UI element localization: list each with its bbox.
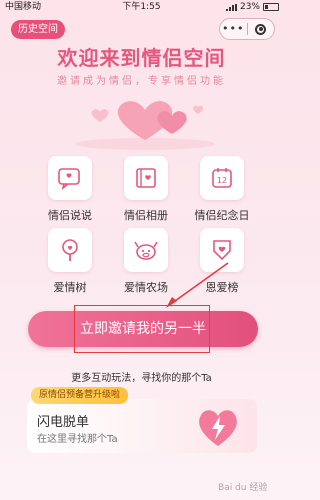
annotation-highlight-box	[74, 305, 210, 353]
battery-icon	[263, 3, 279, 11]
battery-percent: 23%	[239, 2, 260, 12]
watermark: Bai du 经验	[218, 483, 268, 493]
more-icon[interactable]: •••	[220, 19, 247, 39]
banner-subtitle: 在这里寻找那个Ta	[37, 434, 118, 445]
feature-label: 情侣纪念日	[194, 209, 250, 222]
history-space-button[interactable]: 历史空间	[11, 20, 65, 39]
close-icon[interactable]	[248, 23, 275, 35]
status-right: 23%	[225, 0, 279, 14]
banner-title: 闪电脱单	[37, 415, 90, 430]
farm-icon	[124, 228, 168, 272]
promo-tag: 原情侣预备营升级啦	[31, 387, 129, 404]
tree-icon	[48, 228, 92, 272]
calendar-day: 12	[217, 176, 227, 185]
feature-love-tree[interactable]: 爱情树	[30, 228, 110, 295]
feature-couple-album[interactable]: 情侣相册	[106, 156, 186, 223]
feature-label: 恩爱榜	[205, 281, 239, 294]
feature-label: 情侣相册	[124, 209, 168, 222]
lightning-heart-icon	[199, 410, 237, 446]
calendar-icon: 12	[200, 156, 244, 200]
photo-album-icon	[124, 156, 168, 200]
more-interactions-text: 更多互动玩法，寻找你的那个Ta	[71, 373, 212, 384]
feature-love-farm[interactable]: 爱情农场	[106, 228, 186, 295]
quick-match-banner[interactable]: 闪电脱单 在这里寻找那个Ta	[27, 399, 257, 453]
feature-love-ranking[interactable]: 恩爱榜	[182, 228, 262, 295]
page-subtitle: 邀请成为情侣，专享情侣功能	[57, 76, 226, 87]
feature-couple-posts[interactable]: 情侣说说	[30, 156, 110, 223]
miniprogram-capsule: •••	[219, 18, 275, 40]
hearts-decoration	[75, 101, 215, 150]
feature-label: 情侣说说	[48, 209, 92, 222]
status-bar: 中国移动 下午1:55 23%	[0, 0, 283, 14]
feature-label: 爱情农场	[124, 281, 168, 294]
page-title: 欢迎来到情侣空间	[57, 46, 226, 70]
chat-bubble-icon	[48, 156, 92, 200]
feature-anniversary[interactable]: 12 情侣纪念日	[182, 156, 262, 223]
ranking-icon	[200, 228, 244, 272]
feature-label: 爱情树	[53, 281, 87, 294]
signal-icon	[225, 3, 237, 11]
